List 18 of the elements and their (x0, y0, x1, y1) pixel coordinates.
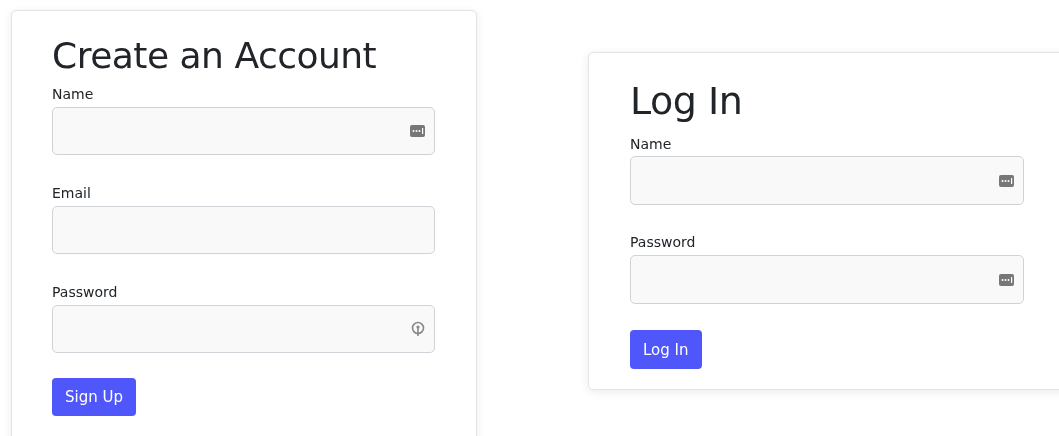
form-title: Log In (630, 80, 744, 124)
submit-button[interactable]: Log In (630, 330, 702, 370)
autofill-icon[interactable] (999, 273, 1014, 286)
field-label: Password (52, 284, 118, 301)
autofill-icon[interactable] (999, 175, 1014, 187)
submit-button[interactable]: Sign Up (52, 377, 136, 416)
autofill-icon[interactable] (410, 125, 425, 138)
form-title: Create an Account (52, 35, 378, 77)
field-label: Name (52, 86, 94, 104)
field-label: Email (52, 185, 91, 202)
input-field[interactable] (630, 156, 1024, 206)
input-field[interactable] (52, 206, 435, 254)
input-field[interactable] (52, 107, 435, 156)
input-field[interactable] (630, 255, 1024, 305)
field-label: Password (630, 234, 696, 252)
input-field[interactable] (52, 304, 435, 353)
key-icon[interactable] (411, 320, 425, 337)
field-label: Name (630, 135, 672, 153)
